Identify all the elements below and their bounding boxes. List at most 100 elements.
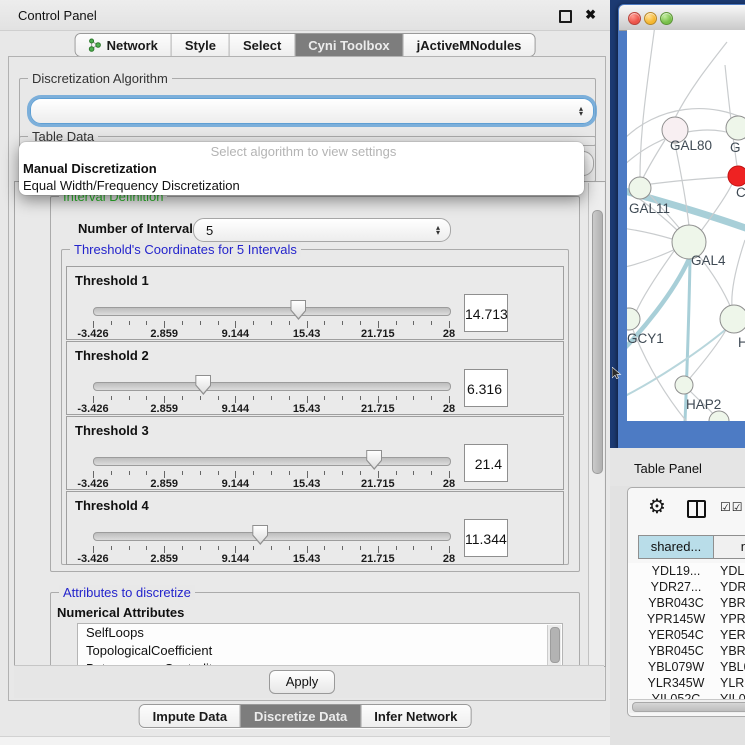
network-edge[interactable] [627, 228, 672, 239]
network-node[interactable] [627, 308, 640, 330]
threshold-slider-track[interactable] [93, 532, 451, 541]
tick-mark [164, 321, 165, 328]
tick-mark [289, 546, 290, 550]
network-node-label: GCY1 [627, 331, 664, 346]
threshold-slider-thumb[interactable] [252, 525, 268, 545]
table-row[interactable]: YBR045CYBR0 [628, 643, 745, 659]
table-row[interactable]: YIL052CYIL0 [628, 691, 745, 699]
dropdown-item-manual-discretization[interactable]: Manual Discretization [19, 160, 584, 177]
tick-mark [235, 396, 236, 403]
tick-label: 21.715 [361, 553, 395, 565]
tick-mark [431, 321, 432, 325]
network-edge[interactable] [675, 144, 689, 226]
tick-mark [324, 546, 325, 550]
network-node[interactable] [629, 177, 651, 199]
thresholds-group-label: Threshold's Coordinates for 5 Intervals [70, 242, 301, 257]
tick-mark [449, 396, 450, 403]
tab-jactivemnodules[interactable]: jActiveMNodules [403, 34, 535, 56]
tab-discretize-data[interactable]: Discretize Data [240, 705, 360, 727]
table-horizontal-scrollbar[interactable] [629, 699, 745, 713]
traffic-light-zoom-icon[interactable] [660, 12, 673, 25]
network-node[interactable] [726, 116, 745, 140]
float-icon[interactable] [559, 10, 572, 23]
table-row[interactable]: YLR345WYLR3 [628, 675, 745, 691]
network-node[interactable] [720, 305, 745, 333]
tab-impute-data[interactable]: Impute Data [140, 705, 240, 727]
table-row[interactable]: YDL19...YDL1 [628, 563, 745, 579]
table-cell-name: YDL1 [720, 563, 745, 579]
gear-icon[interactable]: ⚙ [648, 494, 666, 519]
threshold-value-field[interactable]: 14.713 [464, 294, 508, 332]
table-row[interactable]: YPR145WYPR1 [628, 611, 745, 627]
network-edge[interactable] [732, 240, 745, 306]
tick-mark [111, 546, 112, 550]
checkboxes-icon[interactable]: ☑☑ [720, 500, 744, 514]
tick-label: 9.144 [222, 478, 250, 490]
tab-select[interactable]: Select [229, 34, 294, 56]
tick-label: -3.426 [77, 403, 108, 415]
attribute-list-item[interactable]: SelfLoops [78, 624, 562, 642]
tick-mark [182, 471, 183, 475]
threshold-slider-thumb[interactable] [195, 375, 211, 395]
threshold-box: Threshold 3-3.4262.8599.14415.4321.71528… [66, 416, 564, 490]
apply-button[interactable]: Apply [269, 670, 335, 694]
network-canvas[interactable]: GAL80GCGAL11GAL4GCY1HHAP2 [627, 30, 745, 421]
threshold-slider-track[interactable] [93, 457, 451, 466]
settings-vertical-scrollbar[interactable] [588, 183, 604, 665]
tab-style[interactable]: Style [171, 34, 229, 56]
tick-mark [93, 471, 94, 478]
bottom-strip [0, 736, 610, 745]
network-edge[interactable] [643, 140, 665, 178]
network-edge[interactable] [640, 30, 655, 177]
network-window[interactable]: GAL80GCGAL11GAL4GCY1HHAP2 [618, 4, 745, 448]
scrollbar-thumb[interactable] [550, 627, 560, 663]
table-row[interactable]: YBR043CYBR0 [628, 595, 745, 611]
threshold-slider-thumb[interactable] [290, 300, 306, 320]
network-edge[interactable] [651, 177, 728, 184]
scrollbar-thumb[interactable] [592, 210, 603, 474]
tick-mark [271, 546, 272, 550]
settings-scrollpane: Interval Definition Number of Intervals … [14, 181, 606, 667]
tick-mark [378, 396, 379, 403]
threshold-slider-track[interactable] [93, 382, 451, 391]
network-node[interactable] [728, 166, 745, 186]
scrollbar-thumb[interactable] [632, 702, 745, 712]
network-edge[interactable] [690, 330, 726, 378]
dropdown-item-equal-width-frequency[interactable]: Equal Width/Frequency Discretization [19, 177, 584, 194]
control-panel-titlebar: Control Panel ✖ [0, 0, 610, 31]
network-window-titlebar[interactable] [619, 5, 745, 31]
split-columns-icon[interactable] [687, 500, 706, 518]
tick-mark [111, 471, 112, 475]
network-edge[interactable] [636, 251, 674, 312]
tick-mark [129, 546, 130, 550]
number-of-intervals-combobox[interactable]: 5 ▴▾ [193, 218, 451, 242]
table-row[interactable]: YER054CYER0 [628, 627, 745, 643]
network-edge[interactable] [675, 42, 727, 118]
table-row[interactable]: YBL079WYBL0 [628, 659, 745, 675]
tick-mark [431, 471, 432, 475]
close-icon[interactable]: ✖ [585, 7, 596, 23]
attribute-list-item[interactable]: TopologicalCoefficient [78, 642, 562, 660]
tab-network[interactable]: Network [76, 34, 171, 56]
table-header-row: shared... na [628, 535, 745, 561]
tab-label: Discretize Data [254, 709, 347, 724]
table-panel-title: Table Panel [634, 461, 702, 476]
traffic-light-minimize-icon[interactable] [644, 12, 657, 25]
threshold-slider-track[interactable] [93, 307, 451, 316]
table-rows: YDL19...YDL1YDR27...YDR2YBR043CYBR0YPR14… [628, 563, 745, 699]
threshold-value-field[interactable]: 6.316 [464, 369, 508, 407]
tab-cyni-toolbox[interactable]: Cyni Toolbox [294, 34, 402, 56]
network-node[interactable] [675, 376, 693, 394]
attributes-list-scrollbar[interactable] [547, 625, 561, 667]
column-header-shared[interactable]: shared... [638, 535, 714, 559]
threshold-value-field[interactable]: 21.4 [464, 444, 508, 482]
threshold-label: Threshold 4 [75, 498, 149, 513]
table-cell-shared-name: YLR345W [638, 675, 714, 691]
table-row[interactable]: YDR27...YDR2 [628, 579, 745, 595]
tab-infer-network[interactable]: Infer Network [360, 705, 470, 727]
algorithm-combobox[interactable]: ▴▾ [30, 98, 594, 124]
traffic-light-close-icon[interactable] [628, 12, 641, 25]
threshold-value-field[interactable]: 11.344 [464, 519, 508, 557]
threshold-slider-thumb[interactable] [366, 450, 382, 470]
column-header-name[interactable]: na [713, 535, 745, 559]
